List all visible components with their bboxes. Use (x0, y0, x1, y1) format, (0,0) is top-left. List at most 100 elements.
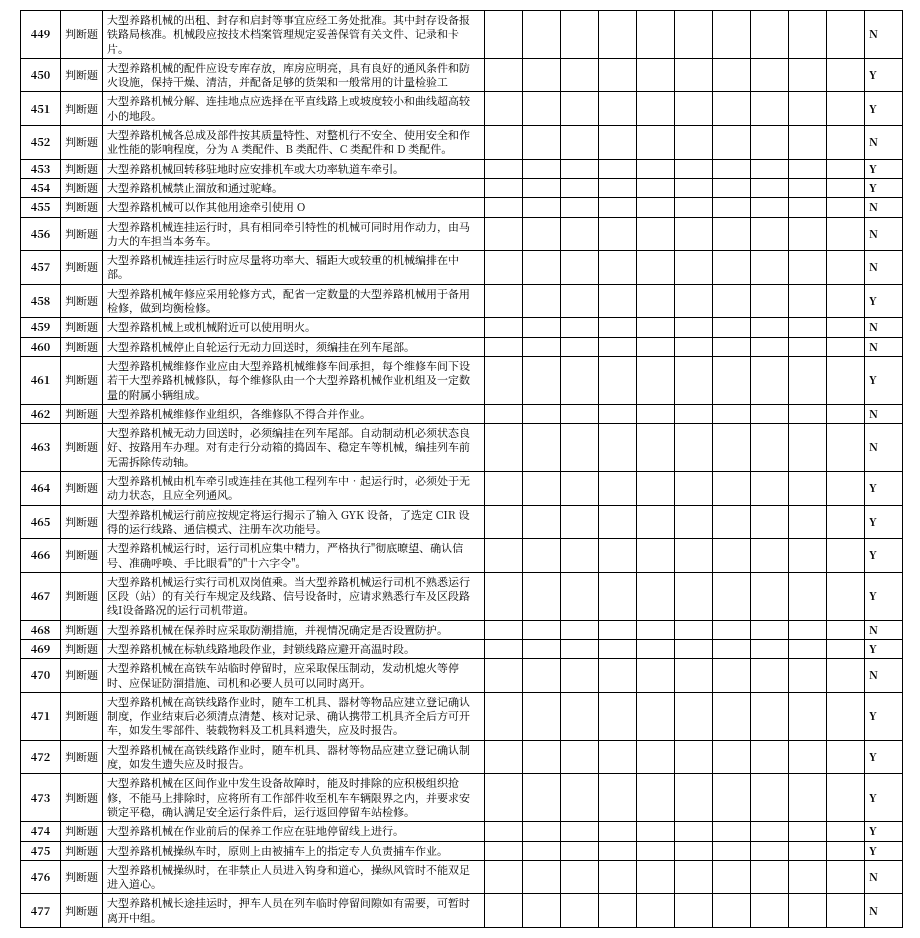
row-number: 463 (21, 424, 61, 472)
blank-cell (675, 404, 713, 423)
blank-cell (713, 692, 751, 740)
blank-cell (713, 572, 751, 620)
blank-cell (789, 159, 827, 178)
row-number: 477 (21, 894, 61, 928)
table-row: 477判断题大型养路机械长途挂运时，押车人员在列车临时停留间隙如有需要，可暂时离… (21, 894, 903, 928)
question-text: 大型养路机械无动力回送时，必须编挂在列车尾部。自动制动机必须状态良好、按路用车办… (103, 424, 485, 472)
blank-cell (789, 178, 827, 197)
blank-cell (789, 337, 827, 356)
blank-cell (637, 58, 675, 92)
blank-cell (485, 178, 523, 197)
blank-cell (675, 692, 713, 740)
blank-cell (789, 894, 827, 928)
question-text: 大型养路机械可以作其他用途牵引使用 O (103, 198, 485, 217)
blank-cell (637, 659, 675, 693)
question-type: 判断题 (61, 472, 103, 506)
table-row: 472判断题大型养路机械在高铁线路作业时，随车机具、器材等物品应建立登记确认制度… (21, 740, 903, 774)
blank-cell (485, 860, 523, 894)
row-number: 449 (21, 11, 61, 59)
question-type: 判断题 (61, 178, 103, 197)
answer-cell: Y (865, 472, 903, 506)
row-number: 459 (21, 318, 61, 337)
row-number: 461 (21, 356, 61, 404)
table-row: 451判断题大型养路机械分解、连挂地点应选择在平直线路上或坡度较小和曲线超高较小… (21, 92, 903, 126)
blank-cell (485, 539, 523, 573)
question-type: 判断题 (61, 251, 103, 285)
blank-cell (485, 198, 523, 217)
blank-cell (751, 337, 789, 356)
question-text: 大型养路机械回转移驻地时应安排机车或大功率轨道车牵引。 (103, 159, 485, 178)
blank-cell (827, 159, 865, 178)
blank-cell (561, 539, 599, 573)
blank-cell (561, 692, 599, 740)
blank-cell (599, 284, 637, 318)
blank-cell (561, 620, 599, 639)
blank-cell (637, 92, 675, 126)
blank-cell (561, 860, 599, 894)
blank-cell (523, 284, 561, 318)
question-text: 大型养路机械年修应采用轮修方式，配省一定数量的大型养路机械用于备用检修，做到均衡… (103, 284, 485, 318)
row-number: 467 (21, 572, 61, 620)
row-number: 458 (21, 284, 61, 318)
row-number: 473 (21, 774, 61, 822)
blank-cell (713, 11, 751, 59)
blank-cell (827, 505, 865, 539)
blank-cell (789, 659, 827, 693)
question-text: 大型养路机械维修作业应由大型养路机械维修车间承担，每个维修车间下设若干大型养路机… (103, 356, 485, 404)
blank-cell (713, 126, 751, 160)
question-text: 大型养路机械由机车牵引或连挂在其他工程列车中•起运行时，必须处于无动力状态，且应… (103, 472, 485, 506)
blank-cell (713, 894, 751, 928)
answer-cell: Y (865, 639, 903, 658)
blank-cell (523, 894, 561, 928)
row-number: 456 (21, 217, 61, 251)
question-text: 大型养路机械在高铁线路作业时，随车工机具、器材等物品应建立登记确认制度，作业结束… (103, 692, 485, 740)
blank-cell (561, 11, 599, 59)
question-text: 大型养路机械分解、连挂地点应选择在平直线路上或坡度较小和曲线超高较小的地段。 (103, 92, 485, 126)
blank-cell (485, 740, 523, 774)
blank-cell (485, 251, 523, 285)
row-number: 476 (21, 860, 61, 894)
blank-cell (751, 894, 789, 928)
blank-cell (713, 505, 751, 539)
blank-cell (713, 424, 751, 472)
blank-cell (751, 251, 789, 285)
blank-cell (523, 472, 561, 506)
question-type: 判断题 (61, 11, 103, 59)
blank-cell (827, 251, 865, 285)
blank-cell (713, 92, 751, 126)
blank-cell (827, 92, 865, 126)
blank-cell (675, 639, 713, 658)
blank-cell (789, 284, 827, 318)
question-text: 大型养路机械操纵时，在非禁止人员进入钩身和道心，操纵风管时不能双足进入道心。 (103, 860, 485, 894)
blank-cell (637, 740, 675, 774)
blank-cell (523, 424, 561, 472)
blank-cell (523, 198, 561, 217)
blank-cell (637, 774, 675, 822)
blank-cell (827, 860, 865, 894)
blank-cell (485, 639, 523, 658)
table-row: 458判断题大型养路机械年修应采用轮修方式，配省一定数量的大型养路机械用于备用检… (21, 284, 903, 318)
blank-cell (751, 284, 789, 318)
blank-cell (599, 822, 637, 841)
blank-cell (599, 356, 637, 404)
answer-cell: N (865, 198, 903, 217)
blank-cell (827, 572, 865, 620)
table-row: 471判断题大型养路机械在高铁线路作业时，随车工机具、器材等物品应建立登记确认制… (21, 692, 903, 740)
blank-cell (675, 740, 713, 774)
blank-cell (561, 198, 599, 217)
row-number: 472 (21, 740, 61, 774)
table-row: 476判断题大型养路机械操纵时，在非禁止人员进入钩身和道心，操纵风管时不能双足进… (21, 860, 903, 894)
question-type: 判断题 (61, 894, 103, 928)
question-type: 判断题 (61, 740, 103, 774)
blank-cell (751, 659, 789, 693)
blank-cell (599, 58, 637, 92)
blank-cell (827, 284, 865, 318)
question-text: 大型养路机械在标轨线路地段作业，封锁线路应避开高温时段。 (103, 639, 485, 658)
blank-cell (523, 318, 561, 337)
blank-cell (637, 404, 675, 423)
blank-cell (485, 774, 523, 822)
blank-cell (675, 841, 713, 860)
blank-cell (675, 505, 713, 539)
blank-cell (599, 639, 637, 658)
blank-cell (827, 337, 865, 356)
